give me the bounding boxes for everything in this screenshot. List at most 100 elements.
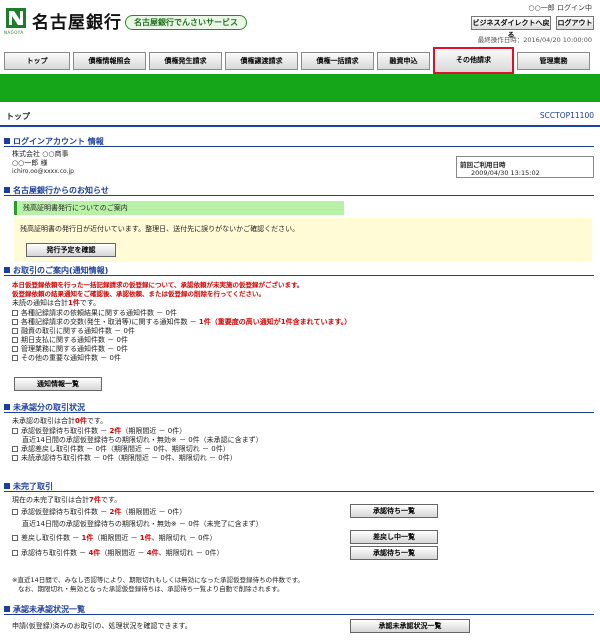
- list-item-label: 未読承認待ち取引件数 － 0件（期限間近 － 0件、期限切れ － 0件）: [21, 454, 237, 462]
- check-schedule-button[interactable]: 発行予定を確認: [26, 243, 116, 257]
- list-item-near-count: 4件: [146, 549, 159, 557]
- returned-list-button[interactable]: 差戻し中一覧: [350, 530, 438, 544]
- unread-count: 1件: [68, 299, 80, 307]
- tab-inquiry[interactable]: 債権情報照会: [73, 52, 146, 70]
- list-item-label: 融資の取引に関する通知件数 － 0件: [21, 327, 135, 335]
- checkbox-icon: [12, 446, 18, 452]
- notification-list-button[interactable]: 通知情報一覧: [14, 377, 102, 391]
- title-divider: [0, 125, 600, 127]
- section-bullet-icon: [4, 483, 10, 489]
- user-name: ○○一郎 様: [12, 159, 48, 167]
- tab-transfer[interactable]: 債権譲渡請求: [225, 52, 298, 70]
- section-divider: [4, 146, 594, 147]
- checkbox-icon: [12, 337, 18, 343]
- incomplete-summary: 現在の未完了取引は合計7件です。: [12, 495, 121, 505]
- footnote-2: なお、期限切れ・無効となった承認仮登録待ちは、承認待ち一覧より自動で削除されます…: [18, 585, 284, 593]
- bank-notice-heading-text: 名古屋銀行からのお知らせ: [13, 186, 109, 195]
- business-direct-button[interactable]: ビジネスダイレクトへ戻る: [471, 16, 551, 39]
- checkbox-icon: [12, 428, 18, 434]
- incomplete-summary-post: です。: [100, 496, 122, 504]
- tab-issue[interactable]: 債権発生請求: [149, 52, 222, 70]
- unapproved-heading-text: 未承認分の取引状況: [13, 403, 85, 412]
- list-item-label: 各種記録請求の依頼結果に関する通知件数 － 0件: [21, 309, 177, 317]
- list-item-tail: 、期限切れ － 0件）: [151, 534, 217, 542]
- approval-status-heading-text: 承認未承認状況一覧: [13, 605, 85, 614]
- bank-name: 名古屋銀行: [32, 13, 122, 33]
- list-item-label: 差戻し取引件数 －: [21, 534, 82, 542]
- checkbox-icon: [12, 550, 18, 556]
- list-item: 直近14日間の承認仮登録待ちの期限切れ・無効※ － 0件（未完了に含まず）: [22, 520, 263, 528]
- tab-bulk[interactable]: 債権一括請求: [301, 52, 374, 70]
- list-item-detail: （期限間近 － 0件）: [121, 508, 187, 516]
- list-item: 承認仮登録待ち取引件数 － 2件（期限間近 － 0件）: [12, 507, 186, 517]
- list-item-extra: （重要度の高い通知が1件含まれています。）: [210, 318, 352, 326]
- list-item-detail: （期限間近 －: [100, 549, 147, 557]
- list-item: 承認待ち取引件数 － 4件（期限間近 － 4件、期限切れ － 0件）: [12, 548, 224, 558]
- list-item-label: 各種記録請求の交数(発生・取消等)に関する通知件数 －: [21, 318, 199, 326]
- logo-subtext: NAGOYA: [4, 30, 24, 35]
- section-bullet-icon: [4, 267, 10, 273]
- list-item-label: その他の重要な通知件数 － 0件: [21, 354, 121, 362]
- incomplete-count: 7件: [89, 496, 101, 504]
- tab-top[interactable]: トップ: [4, 52, 70, 70]
- checkbox-icon: [12, 346, 18, 352]
- list-item-label: 承認仮登録待ち取引件数 －: [21, 427, 110, 435]
- unapproved-summary-pre: 未承認の取引は合計: [12, 417, 75, 425]
- checkbox-icon: [12, 355, 18, 361]
- unapproved-count: 0件: [75, 417, 87, 425]
- tab-other-requests[interactable]: その他請求: [433, 47, 514, 74]
- unapproved-summary: 未承認の取引は合計0件です。: [12, 416, 107, 426]
- notice-title: 残高証明書発行についてのご案内: [14, 201, 344, 215]
- checkbox-icon: [12, 319, 18, 325]
- list-item: その他の重要な通知件数 － 0件: [12, 353, 121, 363]
- warning-line-2: 仮登録依頼の結果通知をご確認後、承認依頼、または仮登録の削除を行ってください。: [12, 290, 265, 298]
- page-title: トップ: [6, 112, 30, 121]
- checkbox-icon: [12, 455, 18, 461]
- list-item-label: 承認仮登録待ち取引件数 －: [21, 508, 110, 516]
- section-divider: [4, 412, 594, 413]
- section-bullet-icon: [4, 138, 10, 144]
- unapproved-summary-post: です。: [86, 417, 108, 425]
- user-email: ichiro.oo@xxxx.co.jp: [12, 168, 74, 175]
- section-divider: [4, 491, 594, 492]
- list-item-count: 2件: [109, 508, 122, 516]
- section-divider: [4, 195, 594, 196]
- notice-body: 残高証明書の発行日が近付いています。整理日、送付先に誤りがないかご確認ください。: [20, 225, 300, 233]
- incomplete-heading-text: 未完了取引: [13, 482, 53, 491]
- list-item-count: 4件: [88, 549, 101, 557]
- list-item: 未読承認待ち取引件数 － 0件（期限間近 － 0件、期限切れ － 0件）: [12, 453, 237, 463]
- approval-status-list-button[interactable]: 承認未承認状況一覧: [350, 619, 470, 633]
- last-use-label: 前回ご利用日時: [460, 161, 506, 169]
- list-item-near-count: 1件: [139, 534, 152, 542]
- list-item-label: 承認差戻し取引件数 － 0件（期限間近 － 0件、期限切れ － 0件）: [21, 445, 230, 453]
- list-item-detail: （期限間近 －: [93, 534, 140, 542]
- list-item-label: 期日支払に関する通知件数 － 0件: [21, 336, 128, 344]
- section-bullet-icon: [4, 187, 10, 193]
- bank-logo-icon: [6, 8, 26, 28]
- tab-loan[interactable]: 融資申込: [377, 52, 430, 70]
- login-info-heading-text: ログインアカウント 情報: [13, 137, 104, 146]
- list-item-label: 承認待ち取引件数 －: [21, 549, 89, 557]
- login-user-status: ○○一郎 ログイン中: [528, 4, 592, 12]
- list-item-tail: 、期限切れ － 0件）: [158, 549, 224, 557]
- list-item: 差戻し取引件数 － 1件（期限間近 － 1件、期限切れ － 0件）: [12, 533, 217, 543]
- checkbox-icon: [12, 328, 18, 334]
- approval-waiting-list-button[interactable]: 承認待ち一覧: [350, 546, 438, 560]
- last-use-box: 前回ご利用日時 2009/04/30 13:15:02: [456, 156, 594, 178]
- section-bullet-icon: [4, 606, 10, 612]
- unread-summary: 未読の通知は合計1件です。: [12, 298, 100, 308]
- section-divider: [4, 275, 594, 276]
- tab-admin[interactable]: 管理業務: [517, 52, 590, 70]
- logout-button[interactable]: ログアウト: [556, 16, 594, 30]
- list-item-detail: （期限間近 － 0件）: [121, 427, 187, 435]
- service-name-badge: 名古屋銀行でんさいサービス: [125, 15, 247, 30]
- list-item-label: 管理業務に関する通知件数 － 0件: [21, 345, 128, 353]
- notifications-heading-text: お取引のご案内(通知情報): [13, 266, 109, 275]
- approval-pending-list-button[interactable]: 承認待ち一覧: [350, 504, 438, 518]
- unread-summary-post: です。: [79, 299, 101, 307]
- list-item-count: 1件: [198, 318, 211, 326]
- checkbox-icon: [12, 509, 18, 515]
- approval-status-desc: 申請(仮登録)済みのお取引の、処理状況を確認できます。: [12, 622, 192, 630]
- screen-id: SCCTOP11100: [539, 111, 594, 120]
- main-nav: トップ 債権情報照会 債権発生請求 債権譲渡請求 債権一括請求 融資申込 その他…: [4, 47, 596, 74]
